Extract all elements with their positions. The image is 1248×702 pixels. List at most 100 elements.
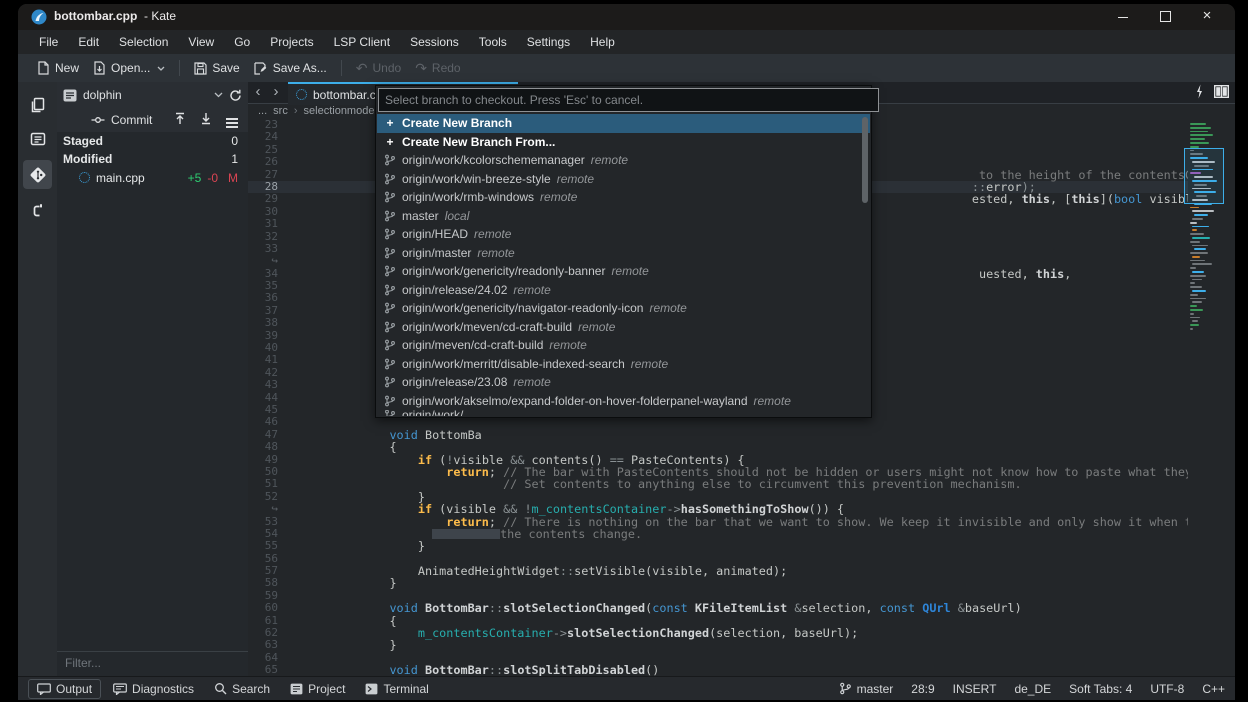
commit-button[interactable]: Commit	[91, 113, 152, 127]
modified-row[interactable]: Modified1	[57, 150, 248, 168]
branch-item[interactable]: + origin/work/…	[377, 410, 870, 416]
branch-item[interactable]: + origin/work/merritt/disable-indexed-se…	[377, 355, 870, 374]
push-icon	[174, 112, 186, 125]
undo-icon: ↶	[356, 63, 368, 73]
branch-item[interactable]: + origin/release/24.02 remote	[377, 281, 870, 300]
minimap-line	[1188, 256, 1222, 259]
tab-mode[interactable]: Soft Tabs: 4	[1069, 682, 1132, 696]
branch-item[interactable]: + origin/HEAD remote	[377, 225, 870, 244]
git-branch-icon	[384, 247, 396, 259]
breadcrumb-selectionmode[interactable]: selectionmode	[304, 105, 375, 117]
branch-item[interactable]: + origin/work/genericity/readonly-banner…	[377, 262, 870, 281]
chevron-down-icon[interactable]	[214, 92, 223, 98]
kate-window: bottombar.cpp - Kate × FileEditSelection…	[18, 4, 1235, 700]
minimap-scrollbar[interactable]	[1188, 122, 1222, 682]
menu-item[interactable]: Sessions	[401, 32, 468, 52]
minimap-viewport[interactable]	[1184, 148, 1224, 204]
back-icon[interactable]: ‹	[250, 82, 266, 102]
line-number: 29	[248, 193, 290, 205]
menu-item[interactable]: File	[30, 32, 67, 52]
code-line: 51 if (visible && !m_contentsContainer->…	[248, 478, 1188, 490]
branch-item[interactable]: + origin/work/win-breeze-style remote	[377, 170, 870, 189]
cursor-position[interactable]: 28:9	[911, 682, 934, 696]
search-toggle[interactable]: Search	[206, 680, 278, 698]
dictionary[interactable]: de_DE	[1014, 682, 1051, 696]
staged-row[interactable]: Staged0	[57, 132, 248, 150]
branch-item[interactable]: + origin/work/akselmo/expand-folder-on-h…	[377, 392, 870, 411]
save-button[interactable]: Save	[187, 57, 246, 79]
branch-item[interactable]: + origin/work/genericity/navigator-reado…	[377, 299, 870, 318]
popup-scrollbar[interactable]	[862, 117, 868, 203]
menu-item[interactable]: Go	[225, 32, 259, 52]
minimize-button[interactable]	[1103, 4, 1143, 30]
menu-item[interactable]: Help	[581, 32, 624, 52]
git-branch-icon	[384, 302, 396, 314]
git-menu-button[interactable]	[226, 113, 238, 127]
terminal-toggle[interactable]: Terminal	[357, 680, 436, 698]
code-line: 55 AnimatedHeightWidget::setVisible(visi…	[248, 540, 1188, 552]
quick-open-icon[interactable]	[1195, 84, 1204, 99]
save-as-button[interactable]: Save As...	[247, 57, 334, 79]
refresh-icon[interactable]	[229, 89, 242, 102]
screen: bottombar.cpp - Kate × FileEditSelection…	[0, 0, 1248, 702]
maximize-button[interactable]	[1145, 4, 1185, 30]
project-icon	[63, 89, 77, 102]
modified-file-row[interactable]: main.cpp +5 -0 M	[57, 168, 248, 187]
branch-item[interactable]: + origin/release/23.08 remote	[377, 373, 870, 392]
sidebar-item-symbols[interactable]	[23, 196, 52, 225]
branch-item[interactable]: + origin/work/rmb-windows remote	[377, 188, 870, 207]
push-button[interactable]	[174, 112, 186, 128]
undo-button[interactable]: ↶ Undo	[349, 57, 408, 79]
encoding[interactable]: UTF-8	[1150, 682, 1184, 696]
minimap-line	[1188, 294, 1222, 297]
open-button[interactable]: Open...	[86, 57, 172, 79]
sidebar-item-documents[interactable]	[23, 90, 52, 119]
minimap-line	[1188, 226, 1222, 229]
menu-item[interactable]: Settings	[518, 32, 579, 52]
filter-input[interactable]: Filter...	[57, 651, 248, 676]
new-button[interactable]: New	[30, 57, 86, 79]
menu-item[interactable]: Selection	[110, 32, 177, 52]
close-button[interactable]: ×	[1187, 4, 1227, 30]
save-as-icon	[254, 62, 268, 75]
menu-item[interactable]: Edit	[69, 32, 108, 52]
forward-icon[interactable]: ›	[268, 82, 284, 102]
code-line: 52 return; // There is nothing on the ba…	[248, 491, 1188, 503]
redo-button[interactable]: ↷ Redo	[408, 57, 467, 79]
git-branch-icon	[839, 682, 852, 695]
code-line: 63 void BottomBar::slotSplitTabDisabled(…	[248, 639, 1188, 651]
branch-item[interactable]: + origin/work/kcolorschememanager remote	[377, 151, 870, 170]
split-view-icon[interactable]	[1214, 85, 1229, 98]
branch-indicator[interactable]: master	[839, 682, 894, 696]
branch-item[interactable]: + origin/master remote	[377, 244, 870, 263]
syntax-language[interactable]: C++	[1202, 682, 1225, 696]
input-mode[interactable]: INSERT	[953, 682, 997, 696]
menu-bar: FileEditSelectionViewGoProjectsLSP Clien…	[18, 30, 1235, 54]
menu-item[interactable]: View	[179, 32, 223, 52]
diagnostics-toggle[interactable]: Diagnostics	[105, 680, 202, 698]
branch-item[interactable]: + master local	[377, 207, 870, 226]
project-toggle[interactable]: Project	[282, 680, 353, 698]
modified-file-icon	[79, 172, 90, 183]
line-number: 63	[248, 639, 290, 651]
branch-item[interactable]: + Create New Branch From...	[377, 133, 870, 152]
title-bar[interactable]: bottombar.cpp - Kate ×	[18, 4, 1235, 30]
line-number: 60	[248, 602, 290, 614]
menu-item[interactable]: Tools	[470, 32, 516, 52]
branch-item[interactable]: + origin/work/meven/cd-craft-build remot…	[377, 318, 870, 337]
menu-item[interactable]: LSP Client	[325, 32, 399, 52]
branch-search-input[interactable]	[378, 88, 879, 112]
menu-item[interactable]: Projects	[261, 32, 322, 52]
branch-item[interactable]: + Create New Branch	[377, 114, 870, 133]
branch-item[interactable]: + origin/meven/cd-craft-build remote	[377, 336, 870, 355]
minimap-line	[1188, 309, 1222, 312]
git-branch-icon	[384, 210, 396, 222]
project-name[interactable]: dolphin	[83, 88, 208, 102]
sidebar-item-projects[interactable]	[23, 124, 52, 153]
breadcrumb-ellipsis[interactable]: ...	[258, 105, 267, 117]
pull-button[interactable]	[200, 112, 212, 128]
sidebar-item-git[interactable]	[23, 160, 52, 189]
output-toggle[interactable]: Output	[28, 679, 101, 699]
minimap-line	[1188, 275, 1222, 278]
breadcrumb-src[interactable]: src	[273, 105, 288, 117]
